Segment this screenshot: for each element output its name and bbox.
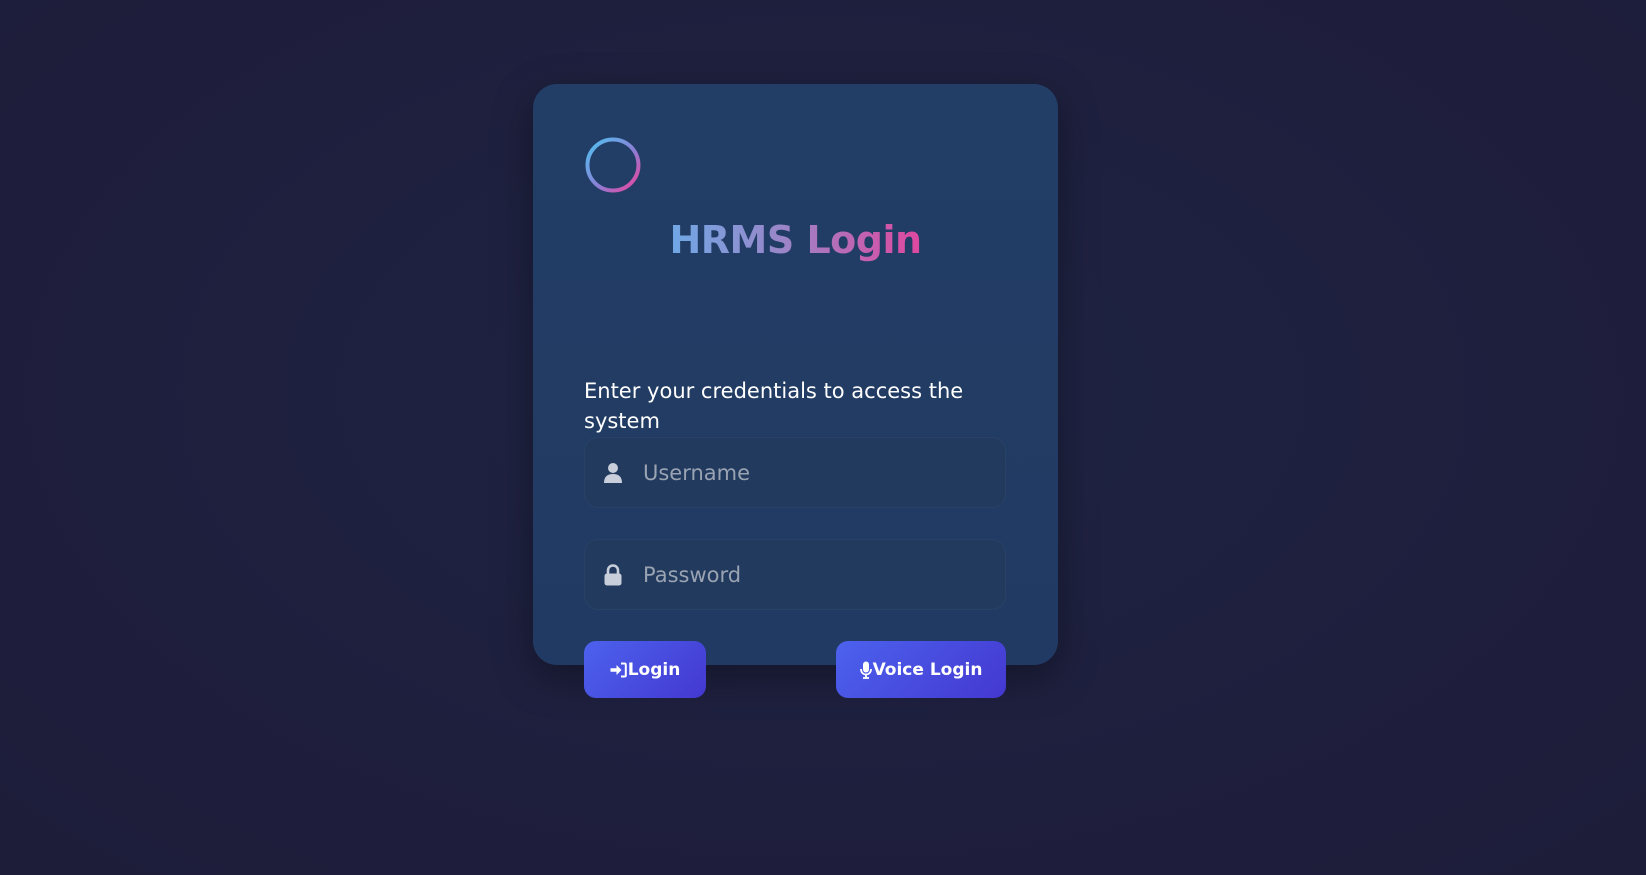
subtitle: Enter your credentials to access the sys… <box>584 379 964 433</box>
lock-icon <box>603 563 623 586</box>
voice-login-button-label: Voice Login <box>872 659 983 680</box>
plus-circle-icon <box>585 137 641 193</box>
voice-login-button[interactable]: Voice Login <box>836 641 1006 698</box>
title-login: Login <box>806 218 922 262</box>
user-icon <box>603 462 623 484</box>
username-field[interactable] <box>584 437 1006 508</box>
page-title: HRMS Login <box>533 212 1058 268</box>
login-button-label: Login <box>627 659 681 680</box>
username-input[interactable] <box>643 452 983 493</box>
login-card: HRMS Login Enter your credentials to acc… <box>533 84 1058 698</box>
password-field[interactable] <box>584 539 1006 610</box>
microphone-icon <box>859 661 872 679</box>
login-button[interactable]: Login <box>584 641 706 698</box>
password-input[interactable] <box>643 554 983 595</box>
title-hrms: HRMS <box>669 218 794 262</box>
sign-in-icon <box>610 662 627 678</box>
